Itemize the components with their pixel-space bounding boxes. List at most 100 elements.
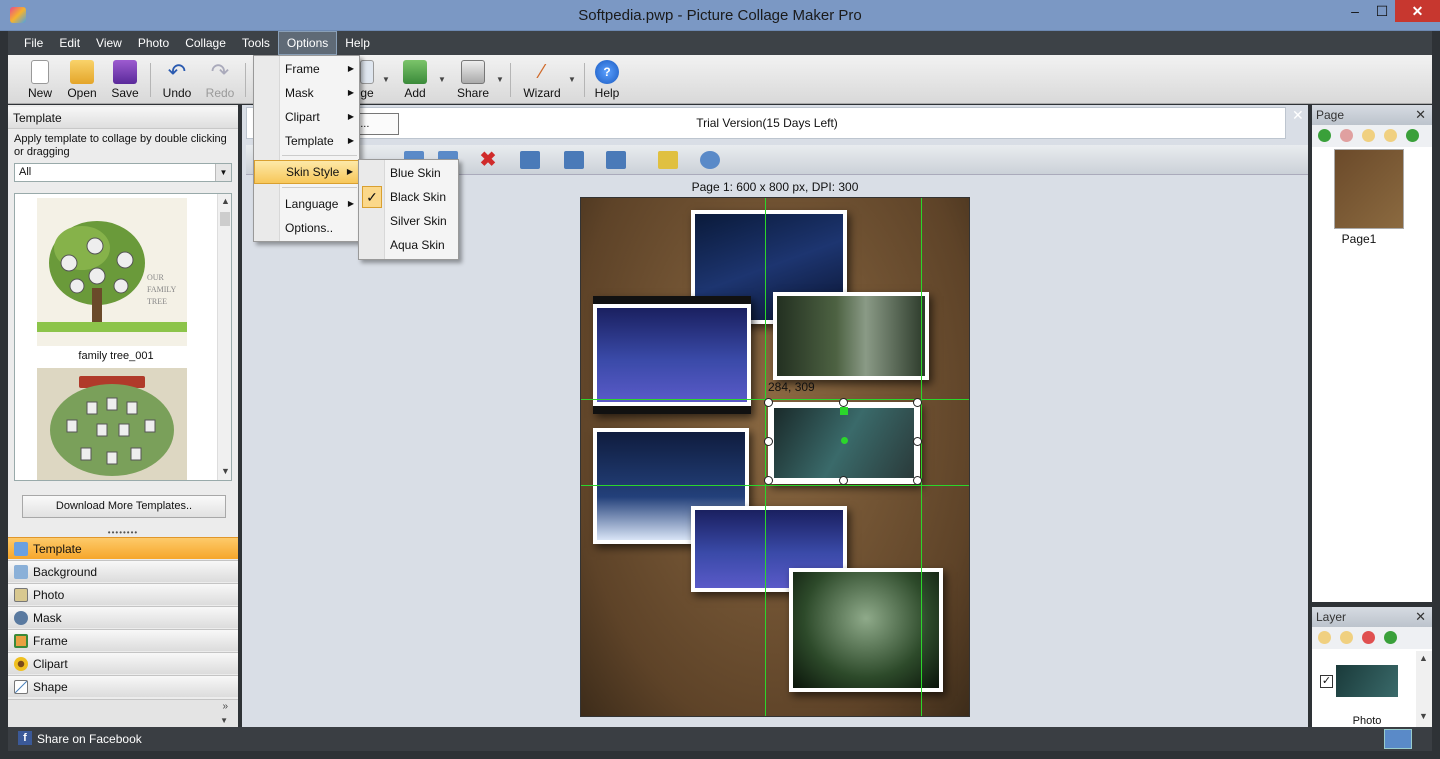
menu-item-skin-style[interactable]: Skin Style ▶ <box>254 160 359 184</box>
close-icon[interactable]: ✕ <box>1415 607 1426 627</box>
effects-icon[interactable] <box>658 151 678 169</box>
menu-item-aqua-skin[interactable]: Aqua Skin <box>359 233 458 257</box>
menu-options[interactable]: Options <box>277 31 338 55</box>
save-button[interactable]: Save <box>109 58 141 102</box>
align-left-icon[interactable] <box>564 151 584 169</box>
nav-more-button[interactable]: » ▼ <box>8 699 238 727</box>
move-down-icon[interactable] <box>1384 129 1397 142</box>
move-up-icon[interactable] <box>1318 631 1331 644</box>
info-icon[interactable] <box>700 151 720 169</box>
menu-collage[interactable]: Collage <box>177 31 234 55</box>
panel-splitter[interactable]: •••••••• <box>8 529 238 537</box>
resize-handle[interactable] <box>913 437 922 446</box>
menu-file[interactable]: File <box>16 31 51 55</box>
menu-item-label: Language <box>285 197 339 211</box>
scroll-up-icon[interactable]: ▲ <box>1416 653 1431 663</box>
menu-item-language[interactable]: Language ▶ <box>254 192 359 216</box>
nav-background[interactable]: Background <box>8 560 238 582</box>
title-bar: Softpedia.pwp - Picture Collage Maker Pr… <box>0 0 1440 31</box>
minimize-button[interactable]: – <box>1341 0 1369 22</box>
left-panel: Template Apply template to collage by do… <box>8 105 238 727</box>
toolbar-separator <box>510 63 511 97</box>
template-thumbnail[interactable]: OUR FAMILY TREE <box>37 198 187 346</box>
template-list[interactable]: OUR FAMILY TREE family tree_001 ▲ ▼ <box>14 193 232 481</box>
undo-label: Undo <box>162 86 192 100</box>
submenu-arrow-icon: ▶ <box>347 199 354 208</box>
scroll-up-icon[interactable]: ▲ <box>218 196 231 206</box>
nav-clipart[interactable]: Clipart <box>8 652 238 674</box>
layer-scrollbar[interactable]: ▲ ▼ <box>1416 651 1432 727</box>
resize-handle[interactable] <box>839 476 848 485</box>
resize-handle[interactable] <box>764 476 773 485</box>
delete-icon[interactable]: ✖ <box>478 150 498 170</box>
collage-photo[interactable] <box>593 296 751 414</box>
resize-handle[interactable] <box>764 398 773 407</box>
menu-item-blue-skin[interactable]: Blue Skin <box>359 161 458 185</box>
nav-shape[interactable]: Shape <box>8 675 238 697</box>
template-filter-select[interactable]: All ▼ <box>14 163 232 182</box>
nav-frame[interactable]: Frame <box>8 629 238 651</box>
align-center-icon[interactable] <box>520 151 540 169</box>
open-button[interactable]: Open <box>66 58 98 102</box>
save-label: Save <box>111 86 139 100</box>
undo-button[interactable]: ↶ Undo <box>160 58 194 102</box>
share-facebook-link[interactable]: Share on Facebook <box>37 727 142 751</box>
menu-item-template[interactable]: Template ▶ <box>254 129 359 153</box>
menu-item-black-skin[interactable]: Black Skin <box>359 185 458 209</box>
close-icon[interactable]: ✕ <box>1415 105 1426 125</box>
scroll-down-icon[interactable]: ▼ <box>1416 711 1431 721</box>
add-button[interactable]: Add <box>400 58 430 102</box>
refresh-icon[interactable] <box>1406 129 1419 142</box>
add-page-icon[interactable] <box>1318 129 1331 142</box>
close-window-button[interactable]: ✕ <box>1395 0 1440 22</box>
move-up-icon[interactable] <box>1362 129 1375 142</box>
close-trial-icon[interactable]: ✕ <box>1292 107 1304 124</box>
resize-handle[interactable] <box>913 398 922 407</box>
layer-visibility-checkbox[interactable]: ✓ <box>1320 675 1333 688</box>
template-thumbnail[interactable] <box>37 368 187 480</box>
photo-icon <box>14 588 28 602</box>
rotate-handle[interactable] <box>840 407 848 415</box>
layer-thumbnail[interactable] <box>1336 665 1398 697</box>
delete-layer-icon[interactable] <box>1362 631 1375 644</box>
nav-template-label: Template <box>33 542 82 556</box>
collage-photo[interactable] <box>773 292 929 380</box>
collage-canvas[interactable]: 284, 309 <box>580 197 970 717</box>
page-thumbnail[interactable] <box>1334 149 1404 229</box>
new-button[interactable]: New <box>24 58 56 102</box>
menu-item-mask[interactable]: Mask ▶ <box>254 81 359 105</box>
nav-mask[interactable]: Mask <box>8 606 238 628</box>
page-thumbnail-caption: Page1 <box>1341 232 1377 246</box>
nav-template[interactable]: Template <box>8 537 238 559</box>
menu-item-options[interactable]: Options.. <box>254 216 359 240</box>
chat-icon[interactable] <box>1384 729 1412 749</box>
share-button[interactable]: Share <box>456 58 490 102</box>
template-list-scrollbar[interactable]: ▲ ▼ <box>217 194 231 480</box>
download-templates-button[interactable]: Download More Templates.. <box>22 495 226 518</box>
refresh-icon[interactable] <box>1384 631 1397 644</box>
wizard-button[interactable]: ⁄ Wizard <box>521 58 563 102</box>
scroll-down-icon[interactable]: ▼ <box>218 466 231 476</box>
help-button[interactable]: ? Help <box>592 58 622 102</box>
resize-handle[interactable] <box>764 437 773 446</box>
menu-item-clipart[interactable]: Clipart ▶ <box>254 105 359 129</box>
resize-handle[interactable] <box>913 476 922 485</box>
menu-item-silver-skin[interactable]: Silver Skin <box>359 209 458 233</box>
menu-tools[interactable]: Tools <box>234 31 278 55</box>
menu-view[interactable]: View <box>88 31 130 55</box>
scrollbar-thumb[interactable] <box>220 212 230 226</box>
distribute-icon[interactable] <box>606 151 626 169</box>
nav-photo[interactable]: Photo <box>8 583 238 605</box>
resize-handle[interactable] <box>839 398 848 407</box>
center-handle[interactable] <box>841 437 848 444</box>
delete-page-icon[interactable] <box>1340 129 1353 142</box>
chevron-down-icon[interactable]: ▼ <box>215 164 231 181</box>
move-down-icon[interactable] <box>1340 631 1353 644</box>
menu-item-frame[interactable]: Frame ▶ <box>254 57 359 81</box>
maximize-button[interactable]: ☐ <box>1369 0 1395 22</box>
menu-edit[interactable]: Edit <box>51 31 88 55</box>
collage-photo[interactable] <box>789 568 943 692</box>
facebook-icon[interactable]: f <box>18 731 32 745</box>
menu-photo[interactable]: Photo <box>130 31 177 55</box>
menu-help[interactable]: Help <box>337 31 378 55</box>
